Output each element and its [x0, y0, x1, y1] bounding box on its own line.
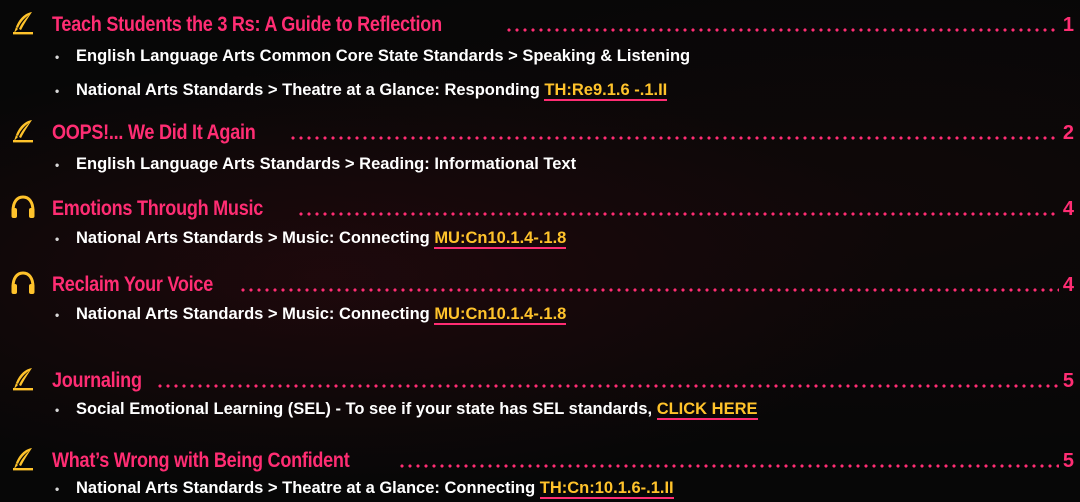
standard-item: • English Language Arts Common Core State… — [55, 44, 690, 68]
toc-title-row[interactable]: Journaling 5 — [0, 364, 1080, 394]
page-number: 4 — [1062, 198, 1074, 220]
standard-item: • English Language Arts Standards > Readi… — [55, 152, 576, 176]
toc-title: OOPS!... We Did It Again — [52, 121, 256, 144]
quill-pen-icon — [10, 118, 36, 144]
standard-link[interactable]: CLICK HERE — [656, 400, 758, 420]
bullet-icon: • — [55, 403, 60, 417]
dot-leader — [297, 212, 1059, 216]
standard-text: National Arts Standards > Theatre at a G… — [76, 81, 545, 99]
toc-title-row[interactable]: OOPS!... We Did It Again 2 — [0, 116, 1080, 146]
toc-title-row[interactable]: What’s Wrong with Being Confident 5 — [0, 444, 1080, 474]
page-number: 1 — [1062, 14, 1074, 36]
page-number: 2 — [1062, 122, 1074, 144]
standard-item: • National Arts Standards > Theatre at a … — [55, 476, 674, 500]
toc-title: Emotions Through Music — [52, 197, 264, 220]
dot-leader — [239, 288, 1059, 292]
standard-link[interactable]: MU:Cn10.1.4-.1.8 — [434, 305, 567, 325]
bullet-icon: • — [55, 232, 60, 246]
standard-link[interactable]: TH:Cn:10.1.6-.1.II — [539, 479, 674, 499]
toc-title-row[interactable]: Emotions Through Music 4 — [0, 192, 1080, 222]
dot-leader — [288, 136, 1059, 140]
toc-title-row[interactable]: Teach Students the 3 Rs: A Guide to Refl… — [0, 8, 1080, 38]
standard-text: Social Emotional Learning (SEL) - To see… — [76, 400, 657, 418]
dot-leader — [397, 464, 1059, 468]
bullet-icon: • — [55, 84, 60, 98]
standard-item: • National Arts Standards > Music: Connec… — [55, 302, 567, 326]
bullet-icon: • — [55, 482, 60, 496]
quill-pen-icon — [10, 10, 36, 36]
standard-text: National Arts Standards > Theatre at a G… — [76, 479, 540, 497]
dot-leader — [156, 384, 1059, 388]
toc-title-row[interactable]: Reclaim Your Voice 4 — [0, 268, 1080, 298]
dot-leader — [505, 28, 1059, 32]
table-of-contents: Teach Students the 3 Rs: A Guide to Refl… — [0, 0, 1080, 502]
standard-item: • Social Emotional Learning (SEL) - To se… — [55, 397, 758, 421]
headphones-icon — [10, 270, 36, 296]
standard-link[interactable]: TH:Re9.1.6 -.1.II — [544, 81, 668, 101]
headphones-icon — [10, 194, 36, 220]
bullet-icon: • — [55, 50, 60, 64]
page-number: 5 — [1062, 450, 1074, 472]
quill-pen-icon — [10, 366, 36, 392]
standard-item: • National Arts Standards > Theatre at a … — [55, 78, 668, 102]
standard-link[interactable]: MU:Cn10.1.4-.1.8 — [434, 229, 567, 249]
toc-title: Journaling — [52, 369, 142, 392]
toc-title: Teach Students the 3 Rs: A Guide to Refl… — [52, 13, 442, 36]
toc-title: What’s Wrong with Being Confident — [52, 449, 350, 472]
page-number: 5 — [1062, 370, 1074, 392]
standard-item: • National Arts Standards > Music: Connec… — [55, 226, 567, 250]
standard-text: English Language Arts Common Core State … — [76, 47, 691, 65]
quill-pen-icon — [10, 446, 36, 472]
standard-text: English Language Arts Standards > Readin… — [76, 155, 577, 173]
bullet-icon: • — [55, 158, 60, 172]
bullet-icon: • — [55, 308, 60, 322]
standard-text: National Arts Standards > Music: Connect… — [76, 229, 435, 247]
standard-text: National Arts Standards > Music: Connect… — [76, 305, 435, 323]
page-number: 4 — [1062, 274, 1074, 296]
toc-title: Reclaim Your Voice — [52, 273, 213, 296]
